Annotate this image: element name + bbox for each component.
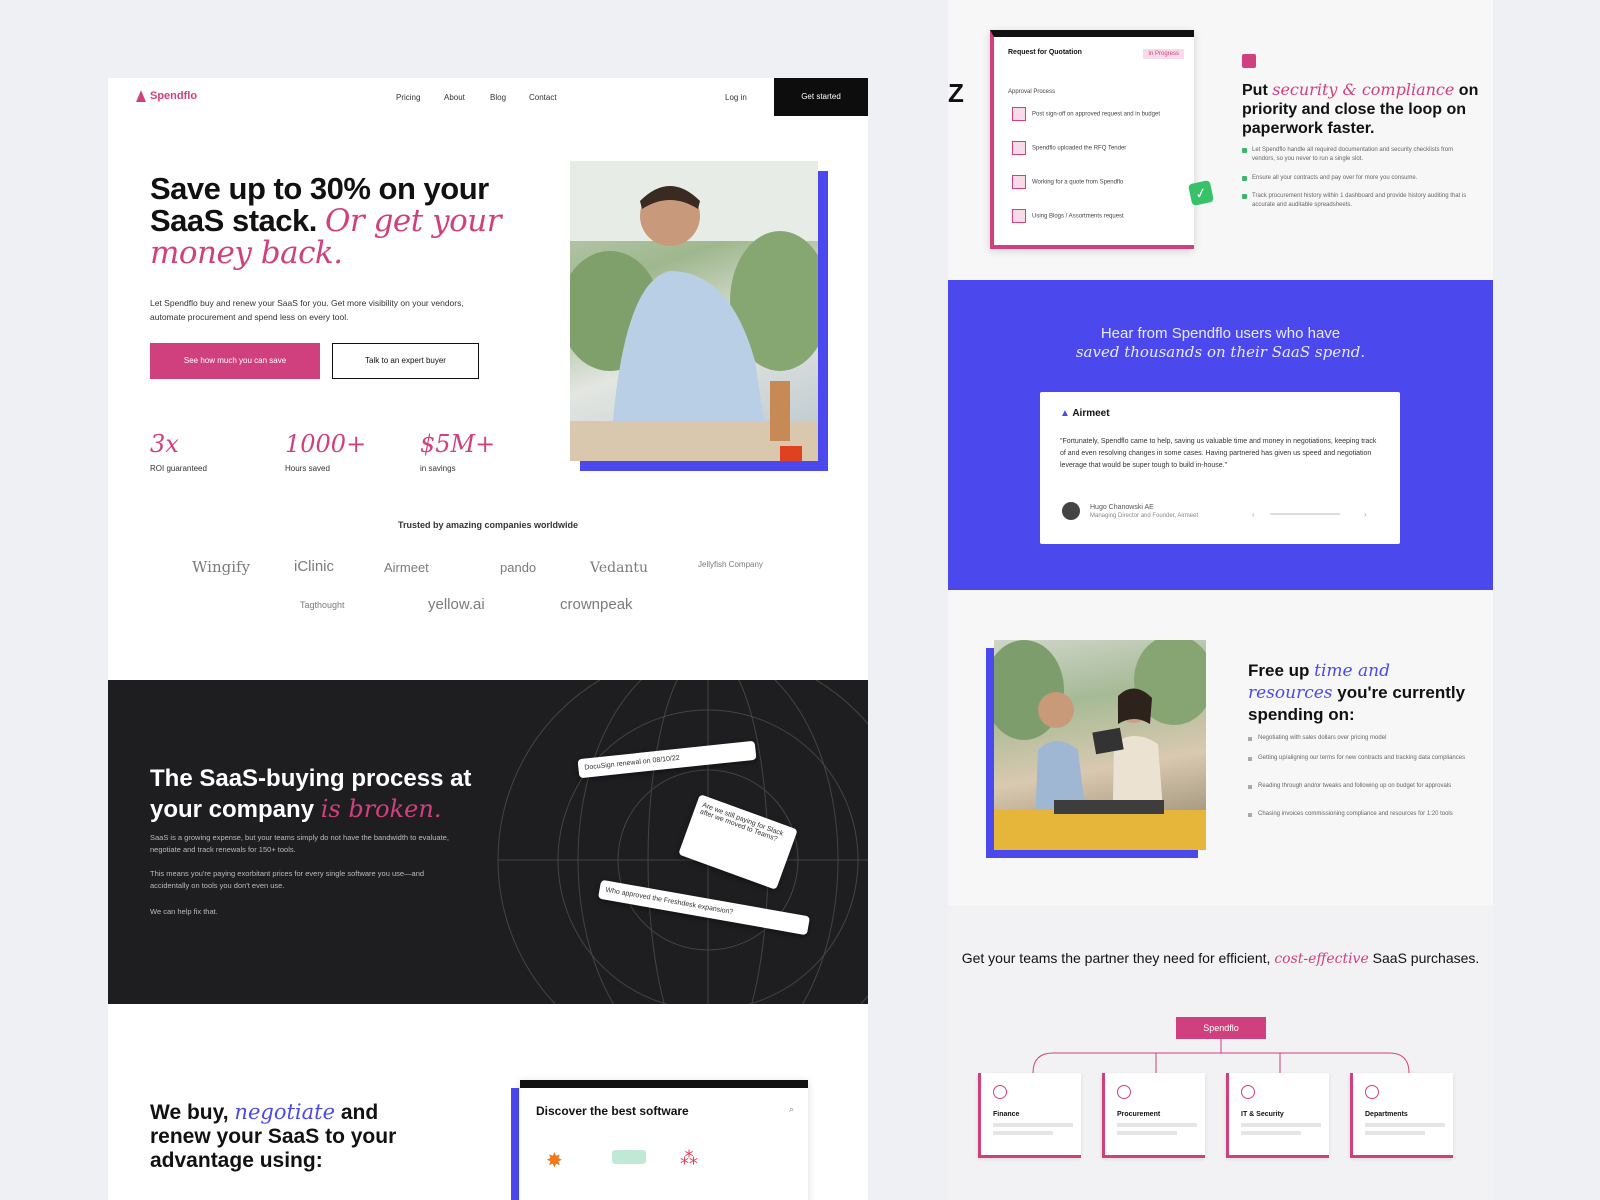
testimonial-author: Hugo Chanowski AE Managing Director and … — [1090, 504, 1199, 519]
rfq-title: Request for Quotation — [1008, 49, 1082, 56]
lock-icon — [1242, 54, 1256, 68]
checkmark-icon: ✓ — [1187, 179, 1215, 207]
stat-roi: 3x ROI guaranteed — [150, 430, 207, 473]
shield-icon — [1241, 1085, 1255, 1099]
partner-section: Get your teams the partner they need for… — [948, 905, 1493, 1200]
step-icon — [1012, 209, 1026, 223]
company-logo: Tagthought — [300, 600, 345, 610]
testimonial-card: ▲ Airmeet "Fortunately, Spendflo came to… — [1040, 392, 1400, 544]
partner-card-procurement: Procurement — [1102, 1073, 1205, 1158]
nav-link-blog[interactable]: Blog — [490, 93, 506, 102]
rfq-section-label: Approval Process — [1008, 89, 1056, 95]
stat-hours: 1000+ Hours saved — [285, 430, 367, 473]
top-nav: Spendflo Pricing About Blog Contact Log … — [108, 78, 868, 116]
software-icon[interactable] — [612, 1150, 646, 1164]
nav-link-pricing[interactable]: Pricing — [396, 93, 420, 102]
rfq-step: Working for a quote from Spendflo — [1012, 175, 1123, 189]
zendesk-icon: Z — [948, 78, 964, 108]
security-point: Let Spendflo handle all required documen… — [1242, 146, 1477, 164]
testimonial-heading: Hear from Spendflo users who have saved … — [1075, 325, 1366, 361]
discover-title: Discover the best software — [536, 1104, 689, 1118]
free-up-point: Negotiating with sales dollars over pric… — [1248, 734, 1468, 743]
company-logo: yellow.ai — [428, 596, 485, 613]
broken-paragraph: This means you're paying exorbitant pric… — [150, 869, 425, 890]
spendflo-badge: Spendflo — [1176, 1017, 1266, 1039]
departments-icon — [1365, 1085, 1379, 1099]
step-icon — [1012, 141, 1026, 155]
rfq-step: Post sign-off on approved request and in… — [1012, 107, 1160, 121]
rfq-step: Spendflo uploaded the RFQ Tender — [1012, 141, 1126, 155]
airmeet-icon: ▲ — [1060, 408, 1073, 419]
software-icon[interactable]: ✸ — [546, 1148, 563, 1173]
hero-description: Let Spendflo buy and renew your SaaS for… — [150, 298, 464, 322]
carousel-progress — [1270, 513, 1340, 515]
testimonial-quote: "Fortunately, Spendflo came to help, sav… — [1060, 438, 1377, 469]
prev-arrow-icon[interactable]: ‹ — [1252, 510, 1255, 519]
broken-process-section: The SaaS-buying process at your company … — [108, 680, 868, 1004]
testimonial-section: Hear from Spendflo users who have saved … — [948, 280, 1493, 590]
smiling-man-illustration — [560, 161, 830, 461]
airmeet-logo: ▲ Airmeet — [1060, 408, 1110, 419]
asana-icon[interactable]: ⁂ — [680, 1148, 698, 1169]
coworkers-illustration — [984, 635, 1214, 850]
hero-title: Save up to 30% on your SaaS stack. Or ge… — [150, 171, 502, 271]
company-logo: Vedantu — [590, 560, 649, 576]
procurement-icon — [1117, 1085, 1131, 1099]
partner-card-departments: Departments — [1350, 1073, 1453, 1158]
talk-expert-button[interactable]: Talk to an expert buyer — [332, 343, 479, 379]
company-logo: Wingify — [192, 558, 251, 576]
company-logo: crownpeak — [560, 596, 633, 613]
brand-logo[interactable]: Spendflo — [136, 90, 197, 103]
next-arrow-icon[interactable]: › — [1364, 510, 1367, 519]
team-photo — [984, 635, 1214, 850]
rfq-card: Request for Quotation In Progress Approv… — [990, 30, 1194, 249]
discover-accent — [511, 1088, 519, 1200]
trusted-heading: Trusted by amazing companies worldwide — [397, 520, 579, 530]
free-up-point: Getting up/aligning our terms for new co… — [1248, 754, 1468, 763]
free-up-title: Free up time and resources you're curren… — [1248, 661, 1466, 724]
partner-title: Get your teams the partner they need for… — [961, 950, 1480, 967]
discover-software-panel: Discover the best software ⌕ ✸ ⁂ — [520, 1080, 808, 1200]
spendflo-logo-icon — [136, 90, 146, 103]
landing-page-right: Z Request for Quotation In Progress Appr… — [948, 0, 1493, 1200]
security-title: Put security & compliance on priority an… — [1242, 80, 1479, 137]
step-icon — [1012, 107, 1026, 121]
finance-icon — [993, 1085, 1007, 1099]
broken-title: The SaaS-buying process at your company … — [150, 765, 472, 823]
status-badge: In Progress — [1143, 49, 1184, 59]
company-logo: Jellyfish Company — [698, 560, 763, 569]
broken-paragraph: We can help fix that. — [150, 907, 218, 916]
partner-card-finance: Finance — [978, 1073, 1081, 1158]
hero-photo — [560, 161, 830, 461]
security-point: Track procurement history within 1 dashb… — [1242, 192, 1477, 210]
login-link[interactable]: Log in — [725, 93, 747, 102]
nav-link-about[interactable]: About — [444, 93, 465, 102]
nav-link-contact[interactable]: Contact — [529, 93, 557, 102]
broken-paragraph: SaaS is a growing expense, but your team… — [150, 833, 449, 854]
see-savings-button[interactable]: See how much you can save — [150, 343, 320, 379]
search-icon[interactable]: ⌕ — [789, 1104, 794, 1115]
security-point: Ensure all your contracts and pay over f… — [1242, 174, 1477, 183]
stat-savings: $5M+ in savings — [420, 430, 496, 473]
get-started-button[interactable]: Get started — [774, 78, 868, 116]
company-logo: iClinic — [294, 558, 335, 575]
rfq-step: Using Blogs / Assortments request — [1012, 209, 1124, 223]
avatar — [1062, 502, 1080, 520]
we-buy-title: We buy, negotiate and renew your SaaS to… — [150, 1100, 397, 1172]
free-up-point: Chasing invoices commissioning complianc… — [1248, 810, 1468, 819]
free-up-point: Reading through and/or tweaks and follow… — [1248, 782, 1468, 791]
company-logo: Airmeet — [384, 560, 429, 575]
company-logo: pando — [500, 560, 537, 575]
partner-card-it-security: IT & Security — [1226, 1073, 1329, 1158]
step-icon — [1012, 175, 1026, 189]
landing-page-left: Spendflo Pricing About Blog Contact Log … — [108, 78, 868, 1200]
